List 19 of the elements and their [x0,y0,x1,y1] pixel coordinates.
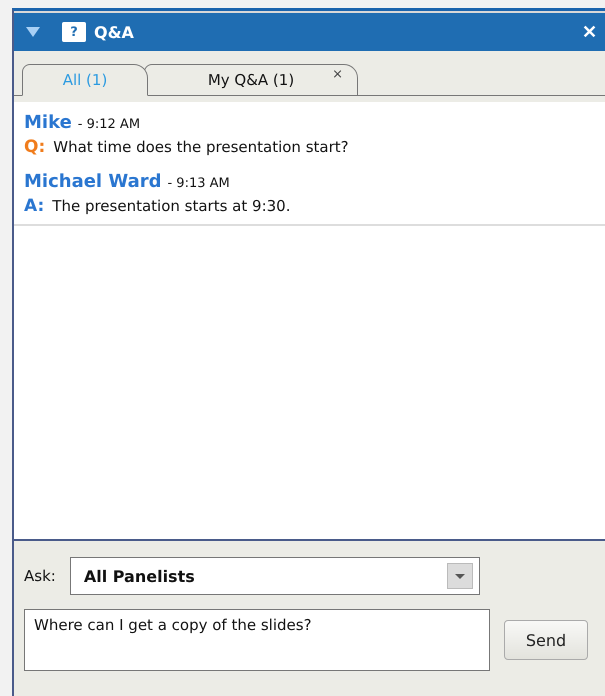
author-name: Mike [24,112,72,133]
question-input[interactable]: Where can I get a copy of the slides? [24,609,490,671]
help-icon: ? [62,22,86,42]
author-name: Michael Ward [24,171,162,192]
window-title: Q&A [94,22,135,42]
ask-label: Ask: [24,567,56,585]
message-time: - 9:13 AM [167,176,230,191]
tab[interactable]: My Q&A (1) × [144,64,358,96]
message-time: - 9:12 AM [78,117,140,132]
collapse-icon[interactable] [26,27,40,37]
message-text: What time does the presentation start? [53,138,349,156]
tab-close-button[interactable]: × [332,67,343,82]
message-text: The presentation starts at 9:30. [52,197,290,215]
message-prefix: Q: [24,137,46,157]
send-button[interactable]: Send [504,620,588,660]
caret-icon[interactable] [446,563,473,589]
close-button[interactable]: ✕ [582,21,597,43]
recipient-dropdown[interactable]: All Panelists [70,557,480,595]
message-prefix: A: [24,196,44,216]
